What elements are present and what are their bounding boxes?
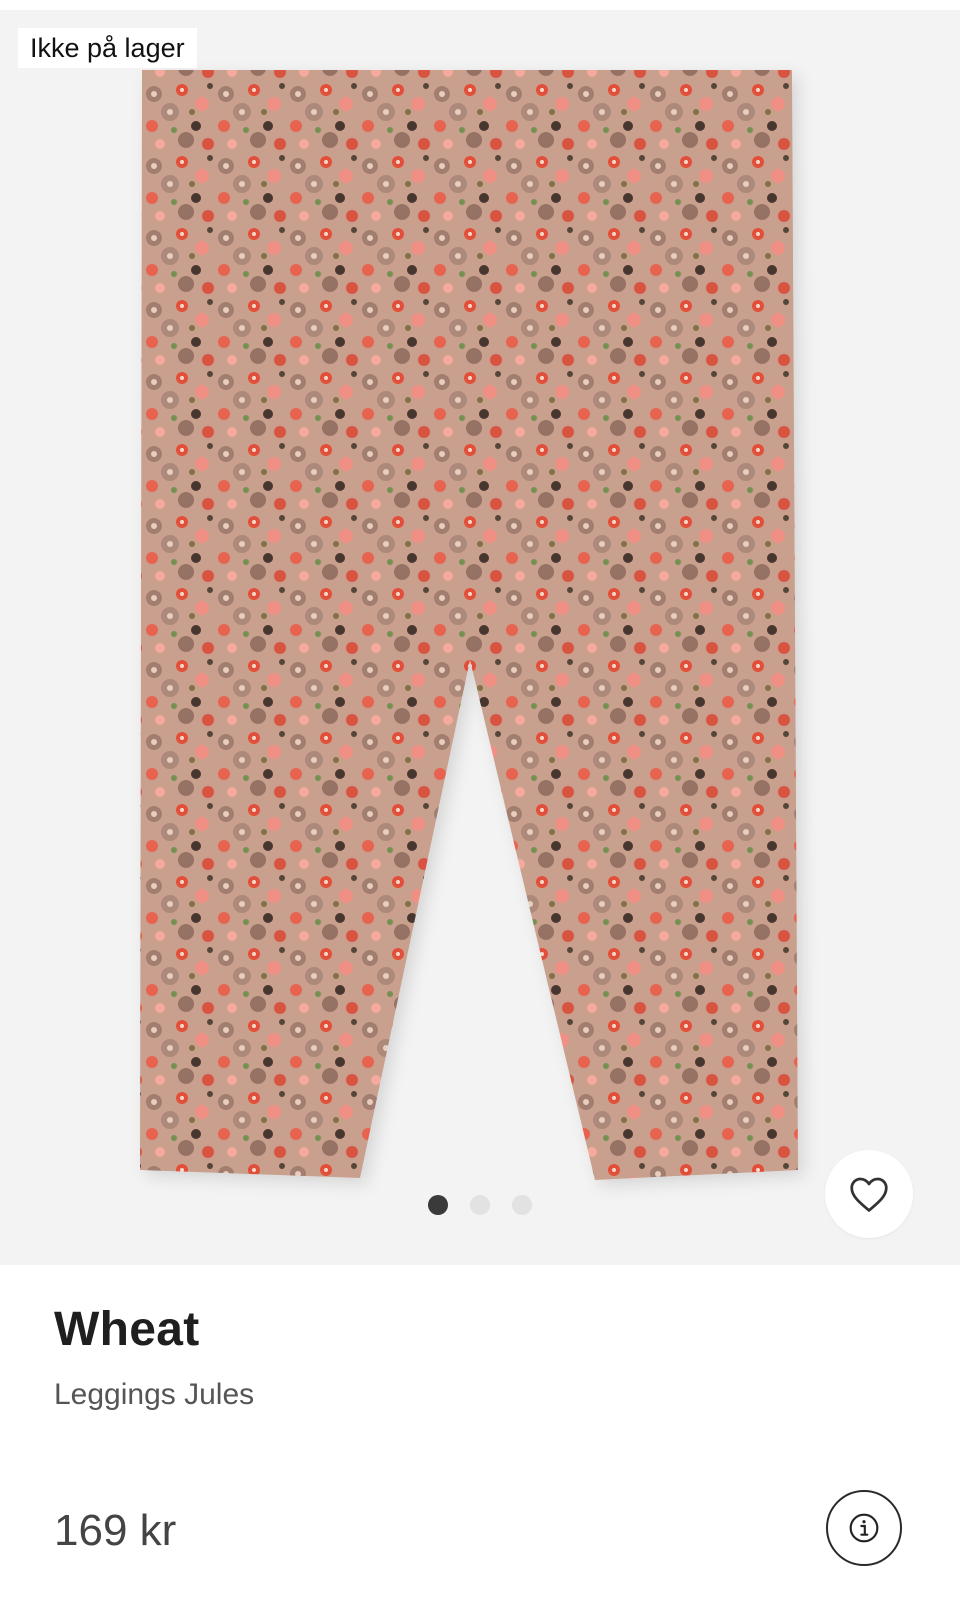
gallery-dot-1[interactable] [428, 1195, 448, 1215]
product-name: Leggings Jules [54, 1378, 255, 1411]
product-price: 169 kr [54, 1506, 177, 1555]
gallery-dot-3[interactable] [512, 1195, 532, 1215]
info-button[interactable] [826, 1490, 902, 1566]
product-image [140, 70, 798, 1180]
info-circle-icon [849, 1513, 879, 1543]
product-image-gallery[interactable]: Ikke på lager [0, 10, 960, 1265]
favorite-button[interactable] [825, 1150, 913, 1238]
heart-outline-icon [850, 1177, 888, 1212]
gallery-dot-2[interactable] [470, 1195, 490, 1215]
stock-status-badge: Ikke på lager [18, 28, 197, 68]
brand-name: Wheat [54, 1303, 200, 1356]
gallery-pagination [0, 1195, 960, 1215]
